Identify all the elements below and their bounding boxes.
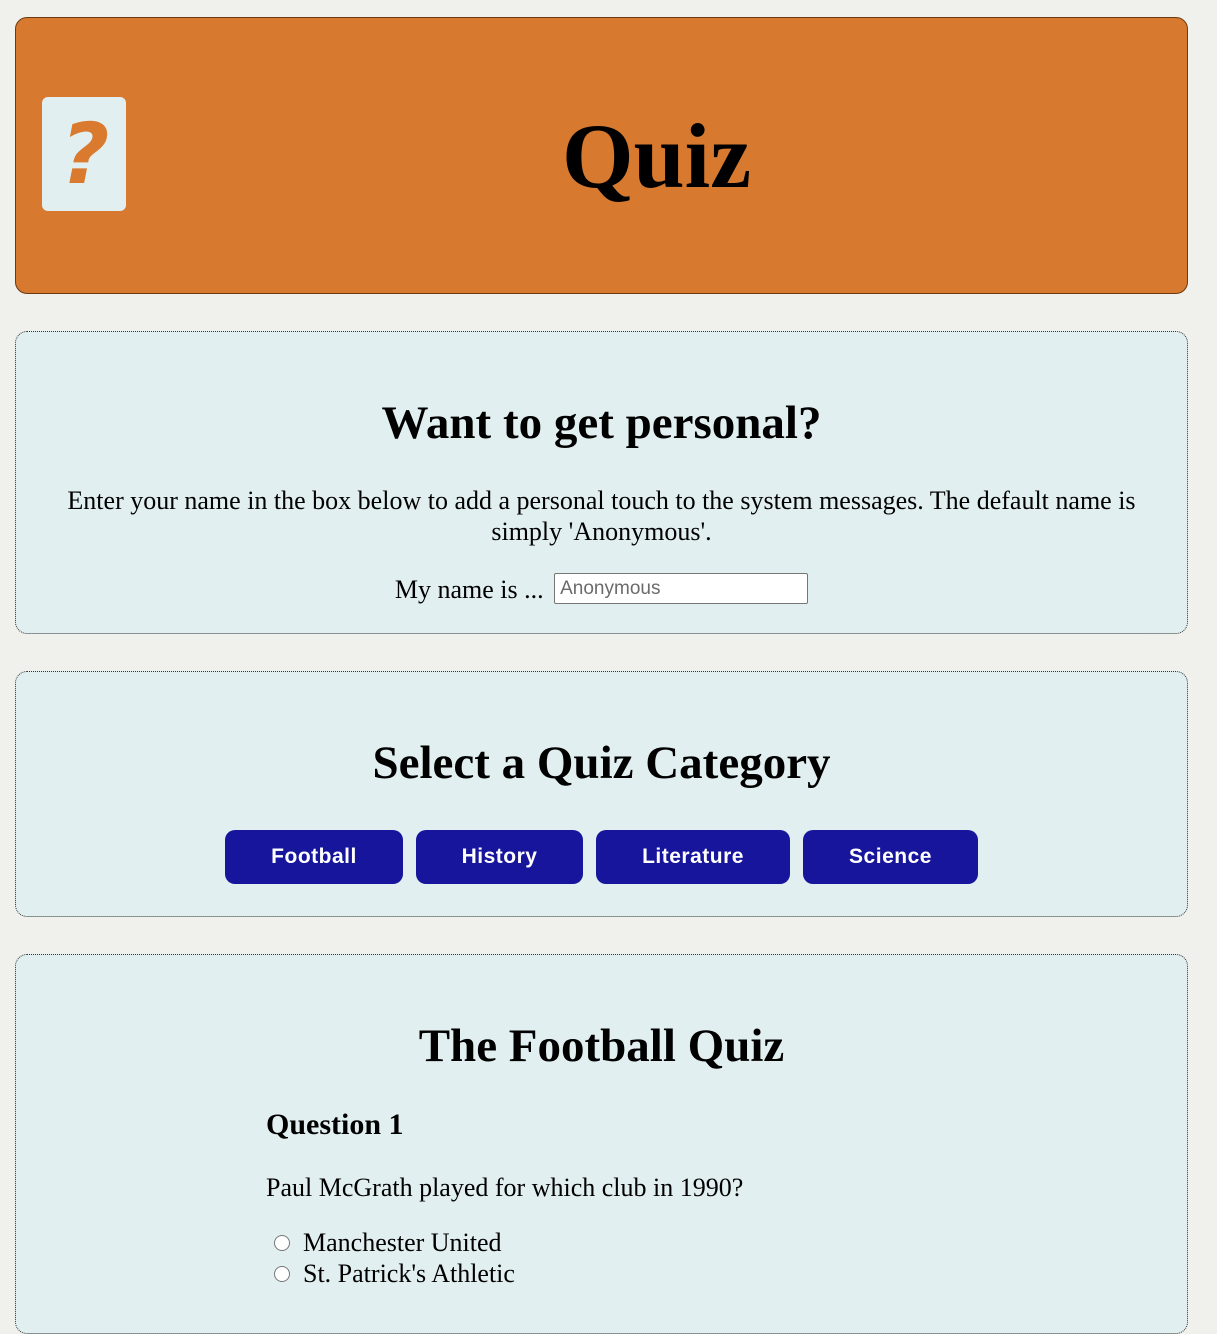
answer-radio-st-patricks-athletic[interactable] <box>274 1265 290 1282</box>
personalize-heading: Want to get personal? <box>381 397 822 449</box>
category-section: Select a Quiz Category Football History … <box>15 671 1188 917</box>
quiz-section: The Football Quiz Question 1 Paul McGrat… <box>15 954 1188 1334</box>
category-button-literature[interactable]: Literature <box>596 830 790 884</box>
name-row: My name is ... <box>16 573 1187 607</box>
category-heading: Select a Quiz Category <box>372 737 831 789</box>
personalize-intro: Enter your name in the box below to add … <box>67 486 1136 546</box>
site-header: ? Quiz <box>15 17 1188 294</box>
category-button-history[interactable]: History <box>416 830 583 884</box>
question-number: Question 1 <box>266 1108 404 1141</box>
category-button-group: Football History Literature Science <box>16 830 1187 884</box>
quiz-heading: The Football Quiz <box>418 1020 785 1072</box>
answer-radio-manchester-united[interactable] <box>274 1234 290 1251</box>
personalize-section: Want to get personal? Enter your name in… <box>15 331 1188 634</box>
answer-option[interactable]: St. Patrick's Athletic <box>266 1258 966 1289</box>
question-text: Paul McGrath played for which club in 19… <box>266 1173 744 1202</box>
answer-option[interactable]: Manchester United <box>266 1227 966 1258</box>
site-title: Quiz <box>561 105 752 207</box>
category-button-football[interactable]: Football <box>225 830 403 884</box>
answer-options: Manchester United St. Patrick's Athletic <box>266 1227 966 1289</box>
category-button-science[interactable]: Science <box>803 830 978 884</box>
answer-label: Manchester United <box>303 1228 502 1257</box>
question-block: Question 1 Paul McGrath played for which… <box>266 1110 966 1289</box>
name-input[interactable] <box>554 573 809 604</box>
name-label: My name is ... <box>394 575 544 604</box>
answer-label: St. Patrick's Athletic <box>303 1259 515 1288</box>
